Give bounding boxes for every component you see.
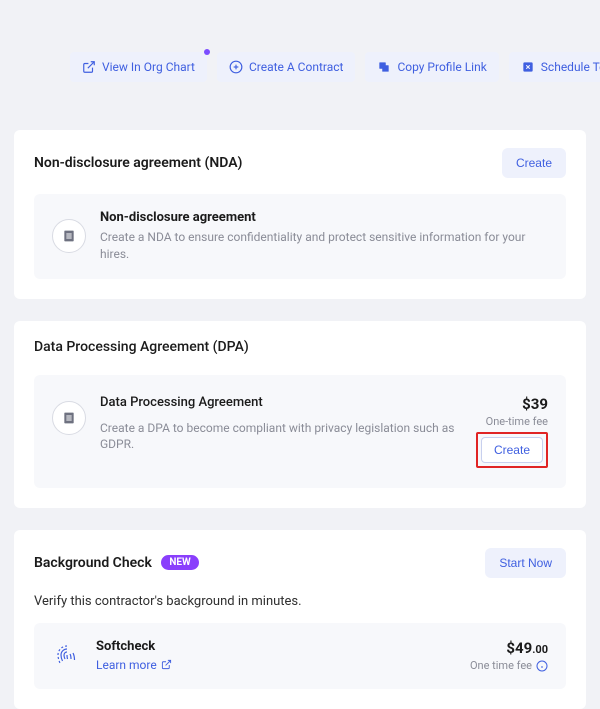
nda-card: Non-disclosure agreement (NDA) Create No… <box>14 130 586 299</box>
external-link-icon <box>161 659 172 670</box>
softcheck-price-cents: .00 <box>532 643 548 656</box>
copy-icon <box>377 60 391 74</box>
dpa-item-desc: Create a DPA to become compliant with pr… <box>100 420 462 454</box>
softcheck-price: $49.00 <box>506 639 548 657</box>
view-org-chart-button[interactable]: View In Org Chart <box>70 52 207 82</box>
document-icon <box>52 401 86 435</box>
new-badge: NEW <box>161 555 198 570</box>
dpa-create-button[interactable]: Create <box>481 437 543 463</box>
dpa-row: Data Processing Agreement Create a DPA t… <box>34 375 566 488</box>
nda-section-title: Non-disclosure agreement (NDA) <box>34 155 242 171</box>
softcheck-price-main: $49 <box>506 639 532 657</box>
nda-create-button[interactable]: Create <box>502 148 566 178</box>
create-contract-button[interactable]: Create A Contract <box>217 52 356 82</box>
dpa-item-title: Data Processing Agreement <box>100 395 462 410</box>
background-check-card: Background Check NEW Start Now Verify th… <box>14 530 586 709</box>
dpa-fee-note: One-time fee <box>486 415 548 428</box>
view-org-chart-label: View In Org Chart <box>102 60 195 74</box>
copy-profile-link-button[interactable]: Copy Profile Link <box>365 52 498 82</box>
dpa-create-highlight: Create <box>476 432 548 468</box>
softcheck-fee-note-text: One time fee <box>470 659 532 672</box>
learn-more-link[interactable]: Learn more <box>96 658 172 672</box>
nda-row: Non-disclosure agreement Create a NDA to… <box>34 194 566 279</box>
bg-section-title-text: Background Check <box>34 555 152 571</box>
dpa-card: Data Processing Agreement (DPA) Data Pro… <box>14 321 586 508</box>
x-square-icon <box>521 60 535 74</box>
schedule-termination-button[interactable]: Schedule Termination <box>509 52 600 82</box>
plus-circle-icon <box>229 60 243 74</box>
schedule-termination-label: Schedule Termination <box>541 60 600 74</box>
info-icon[interactable] <box>536 660 548 672</box>
softcheck-row: Softcheck Learn more $49.00 One time fee <box>34 623 566 689</box>
external-link-icon <box>82 60 96 74</box>
bg-subtitle: Verify this contractor's background in m… <box>34 594 566 609</box>
create-contract-label: Create A Contract <box>249 60 344 74</box>
bg-start-now-button[interactable]: Start Now <box>485 548 566 578</box>
fingerprint-icon <box>52 641 82 671</box>
dpa-section-title: Data Processing Agreement (DPA) <box>34 339 249 355</box>
learn-more-label: Learn more <box>96 658 157 672</box>
notification-dot <box>204 49 210 55</box>
softcheck-fee-note: One time fee <box>470 659 548 672</box>
softcheck-title: Softcheck <box>96 639 456 654</box>
nda-item-desc: Create a NDA to ensure confidentiality a… <box>100 229 548 263</box>
dpa-price: $39 <box>522 395 548 413</box>
document-icon <box>52 219 86 253</box>
copy-profile-link-label: Copy Profile Link <box>397 60 486 74</box>
action-toolbar: View In Org Chart Create A Contract Copy… <box>0 0 600 82</box>
nda-item-title: Non-disclosure agreement <box>100 210 548 225</box>
bg-section-title: Background Check NEW <box>34 555 199 571</box>
